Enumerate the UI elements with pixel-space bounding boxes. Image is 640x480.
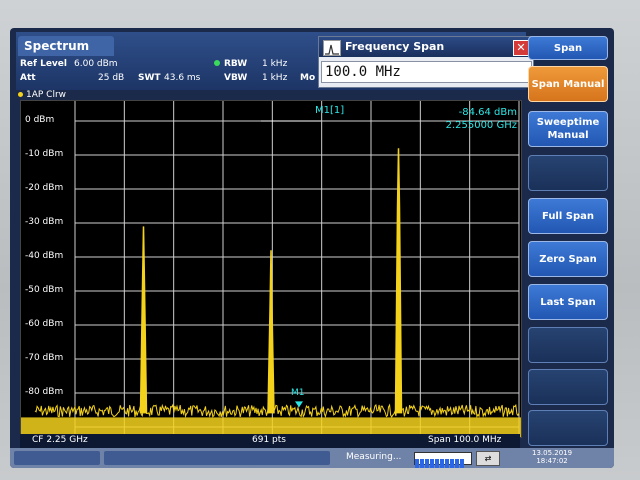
marker-name: M1[1] (315, 105, 345, 116)
signal-peak-1 (139, 226, 148, 414)
swt-label: SWT (138, 73, 161, 83)
measurement-progress (414, 452, 472, 468)
trace-label-text: 1AP Clrw (26, 90, 67, 100)
measuring-status: Measuring... (346, 452, 402, 462)
y-label-1: -10 dBm (25, 149, 64, 159)
time-text: 18:47:02 (536, 457, 568, 465)
dialog-title-bar: Frequency Span ✕ (319, 37, 533, 57)
center-frequency: CF 2.25 GHz (32, 435, 88, 445)
signal-peak-2 (267, 250, 275, 414)
last-span-softkey[interactable]: Last Span (528, 284, 608, 320)
frequency-span-dialog: Frequency Span ✕ 100.0 MHz (318, 36, 534, 88)
zero-span-softkey[interactable]: Zero Span (528, 241, 608, 277)
ref-level-label: Ref Level (20, 59, 67, 69)
y-label-0: 0 dBm (25, 115, 55, 125)
span-value-input[interactable]: 100.0 MHz (321, 61, 532, 83)
ref-level-value: 6.00 dBm (74, 59, 118, 69)
status-dot-icon (214, 60, 220, 66)
y-label-5: -50 dBm (25, 285, 64, 295)
analyzer-screen: Spectrum Ref Level 6.00 dBm Att 25 dB SW… (10, 28, 614, 468)
trace-label: 1AP Clrw (18, 90, 66, 100)
att-value: 25 dB (98, 73, 125, 83)
spectrum-svg (21, 101, 521, 437)
y-label-2: -20 dBm (25, 183, 64, 193)
y-label-6: -60 dBm (25, 319, 64, 329)
vbw-label: VBW (224, 73, 248, 83)
marker-tag[interactable]: M1 (291, 388, 305, 398)
marker-level: -84.64 dBm (458, 107, 517, 118)
trace-dot-icon (18, 92, 23, 97)
blank-softkey-2[interactable] (528, 327, 608, 363)
marker-frequency: 2.255000 GHz (445, 120, 517, 131)
span-softkey[interactable]: Span (528, 36, 608, 60)
mode-partial-label: Mo (300, 73, 316, 83)
sweeptime-manual-softkey[interactable]: Sweeptime Manual (528, 111, 608, 147)
remote-icon[interactable]: ⇄ (476, 451, 500, 466)
span-dialog-icon (323, 40, 341, 56)
status-segment-1 (14, 451, 100, 465)
spectrum-plot[interactable]: 0 dBm -10 dBm -20 dBm -30 dBm -40 dBm -5… (20, 100, 522, 438)
y-label-4: -40 dBm (25, 251, 64, 261)
dialog-title: Frequency Span (345, 40, 445, 53)
signal-peak-3 (394, 148, 403, 414)
vbw-value: 1 kHz (262, 73, 288, 83)
blank-softkey-1[interactable] (528, 155, 608, 191)
span-manual-softkey[interactable]: Span Manual (528, 66, 608, 102)
y-label-7: -70 dBm (25, 353, 64, 363)
marker-triangle (295, 401, 303, 408)
close-icon[interactable]: ✕ (513, 40, 529, 56)
blank-softkey-4[interactable] (528, 410, 608, 446)
blank-softkey-3[interactable] (528, 369, 608, 405)
plot-footer: CF 2.25 GHz 691 pts Span 100.0 MHz (20, 434, 520, 448)
rbw-value: 1 kHz (262, 59, 288, 69)
rbw-label: RBW (214, 59, 247, 69)
span-readout: Span 100.0 MHz (428, 435, 502, 445)
status-segment-2 (104, 451, 330, 465)
date-time: 13.05.2019 18:47:02 (532, 449, 572, 465)
y-label-8: -80 dBm (25, 387, 64, 397)
noise-floor-trace (34, 403, 520, 419)
full-span-softkey[interactable]: Full Span (528, 198, 608, 234)
spectrum-tab[interactable]: Spectrum (18, 36, 114, 56)
date-text: 13.05.2019 (532, 449, 573, 457)
att-label: Att (20, 73, 36, 83)
y-label-3: -30 dBm (25, 217, 64, 227)
status-bar: Measuring... ⇄ 13.05.2019 18:47:02 (10, 448, 614, 468)
sweep-points: 691 pts (252, 435, 286, 445)
swt-value: 43.6 ms (164, 73, 201, 83)
